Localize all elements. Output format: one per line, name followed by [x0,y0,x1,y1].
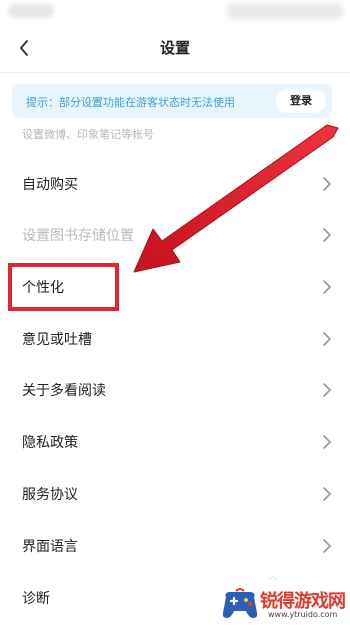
status-bar-left-blur [8,4,54,18]
login-button[interactable]: 登录 [276,89,326,113]
menu-item-service-agreement[interactable]: 服务协议 [0,469,350,519]
menu-item-label: 诊断 [22,591,50,607]
menu-item-book-storage[interactable]: 设置图书存储位置 [0,210,350,260]
chevron-right-icon [323,383,331,397]
site-watermark: 锐得游戏网 www.ytruido.com [222,585,350,625]
menu-item-about[interactable]: 关于多看阅读 [0,365,350,415]
status-bar-right-blur [226,3,344,19]
menu-item-auto-purchase[interactable]: 自动购买 [0,159,350,209]
status-bar [0,0,350,26]
chevron-right-icon [323,177,331,191]
chevron-right-icon [323,539,331,553]
menu-item-privacy-policy[interactable]: 隐私政策 [0,417,350,467]
chevron-right-icon [323,487,331,501]
page-title: 设置 [159,39,190,57]
menu-item-label: 设置图书存储位置 [22,228,134,244]
guest-notice-text: 提示：部分设置功能在游客状态时无法使用 [26,96,235,109]
faint-mark: 〰 [268,574,278,585]
gamepad-logo-icon [222,588,258,618]
menu-item-label: 服务协议 [22,487,78,503]
menu-item-label: 自动购买 [22,177,78,193]
watermark-url: www.ytruido.com [268,610,338,619]
menu-item-label: 界面语言 [22,539,78,555]
menu-item-feedback[interactable]: 意见或吐槽 [0,314,350,364]
nav-divider [0,72,350,73]
guest-notice-banner: 提示：部分设置功能在游客状态时无法使用 登录 [12,84,332,118]
highlight-box [8,263,119,311]
navigation-bar: 设置 [0,28,350,68]
chevron-right-icon [323,332,331,346]
menu-item-label: 关于多看阅读 [22,383,106,399]
chevron-right-icon [323,228,331,242]
account-settings-hint[interactable]: 设置微博、印象笔记等帐号 [22,126,154,142]
menu-item-label: 意见或吐槽 [22,332,92,348]
chevron-right-icon [323,435,331,449]
menu-item-interface-language[interactable]: 界面语言 [0,521,350,571]
menu-item-label: 隐私政策 [22,435,78,451]
chevron-right-icon [323,280,331,294]
